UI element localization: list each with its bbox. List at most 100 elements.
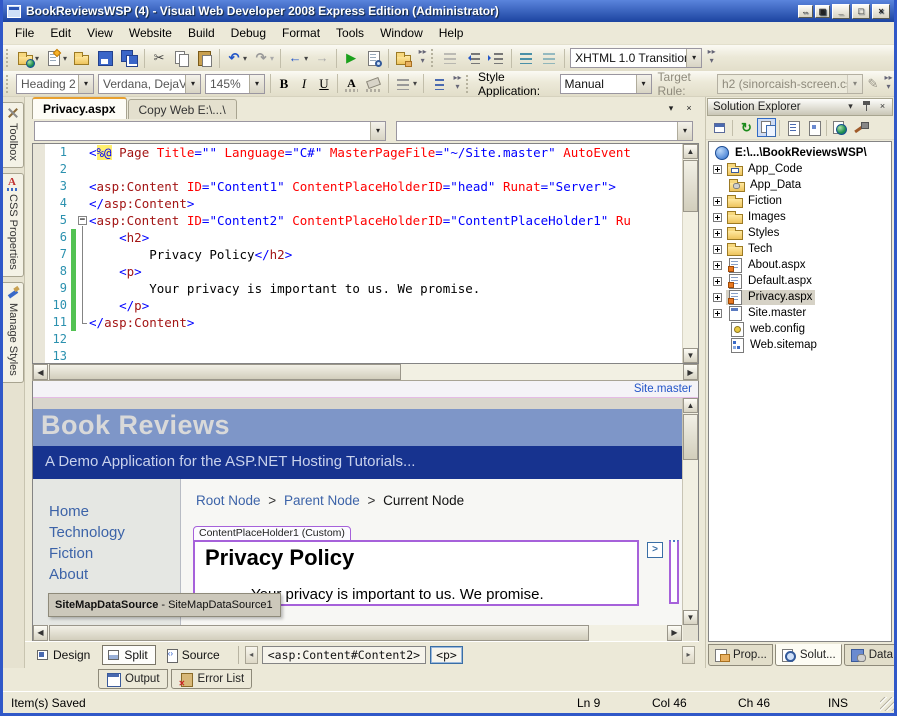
document-tab-copy-web-e[interactable]: Copy Web E:\...\ [128, 99, 237, 119]
titlebar-extra-button-1[interactable]: ↔ [798, 5, 813, 18]
breadcrumb-link-root-node[interactable]: Root Node [196, 493, 261, 508]
expand-icon[interactable] [713, 309, 722, 318]
view-mode-design[interactable]: Design [31, 645, 98, 665]
code-lines[interactable]: 1<%@ Page Title="" Language="C#" MasterP… [33, 144, 682, 364]
open-file-button[interactable] [70, 47, 93, 69]
refresh-icon[interactable] [736, 118, 755, 137]
tree-item-fiction[interactable]: Fiction [709, 193, 891, 209]
nav-link-fiction[interactable]: Fiction [49, 543, 180, 564]
code-line-2[interactable]: 2 [33, 161, 682, 178]
redo-button[interactable]: ↷▾ [250, 47, 277, 69]
expand-icon[interactable] [713, 293, 722, 302]
expand-icon[interactable] [713, 229, 722, 238]
menu-debug[interactable]: Debug [223, 23, 274, 43]
bold-button[interactable]: B [274, 73, 294, 95]
alignment-button[interactable]: ▾ [392, 73, 420, 95]
master-page-label[interactable]: Site.master [33, 381, 698, 398]
expand-icon[interactable] [713, 197, 722, 206]
add-new-website-button[interactable]: ▾ [14, 47, 42, 69]
format-document-button[interactable] [439, 47, 462, 69]
copy-button[interactable] [170, 47, 193, 69]
design-surface[interactable]: Book Reviews A Demo Application for the … [33, 398, 698, 625]
outline-margin[interactable]: − [76, 212, 89, 229]
view-code-icon[interactable] [783, 118, 802, 137]
menu-tools[interactable]: Tools [328, 23, 372, 43]
minimize-button[interactable]: _ [832, 4, 850, 19]
panel-tab-prop[interactable]: Prop... [708, 644, 773, 666]
foreground-color-button[interactable]: A [341, 73, 362, 95]
toolbar-overflow-button[interactable]: ▸▸▾ [706, 47, 717, 69]
nav-link-about[interactable]: About [49, 564, 180, 585]
solution-root-row[interactable]: E:\...\BookReviewsWSP\ [709, 145, 891, 161]
bottom-tab-error-list[interactable]: Error List [171, 669, 253, 689]
breadcrumb-link-parent-node[interactable]: Parent Node [284, 493, 360, 508]
solution-explorer-title-bar[interactable]: Solution Explorer ▾ × [707, 98, 893, 116]
comment-selection-button[interactable] [515, 47, 538, 69]
list-button[interactable] [427, 73, 450, 95]
expand-icon[interactable] [713, 213, 722, 222]
scroll-right-icon[interactable]: ▶ [683, 364, 698, 380]
navigate-backward-button[interactable]: ←▾ [284, 47, 311, 69]
editor-object-dropdown[interactable]: ▾ [34, 121, 386, 141]
tree-item-site-master[interactable]: Site.master [709, 305, 891, 321]
code-line-4[interactable]: 4</asp:Content> [33, 195, 682, 212]
highlight-button[interactable] [362, 73, 385, 95]
properties-icon[interactable] [710, 118, 729, 137]
window-position-menu-icon[interactable]: ▾ [843, 100, 858, 114]
code-line-13[interactable]: 13 [33, 348, 682, 364]
tree-item-default-aspx[interactable]: Default.aspx [709, 273, 891, 289]
combo-arrow-icon[interactable]: ▾ [686, 49, 701, 67]
menu-file[interactable]: File [7, 23, 42, 43]
close-document-button[interactable]: × [681, 101, 697, 116]
tree-item-tech[interactable]: Tech [709, 241, 891, 257]
undo-button[interactable]: ↶▾ [223, 47, 250, 69]
menu-view[interactable]: View [79, 23, 121, 43]
code-line-6[interactable]: 6 <h2> [33, 229, 682, 246]
start-debugging-button[interactable]: ▶ [340, 47, 362, 69]
combo-arrow-icon[interactable]: ▾ [677, 122, 692, 140]
tree-item-styles[interactable]: Styles [709, 225, 891, 241]
nav-link-technology[interactable]: Technology [49, 522, 180, 543]
code-line-3[interactable]: 3<asp:Content ID="Content1" ContentPlace… [33, 178, 682, 195]
menu-format[interactable]: Format [274, 23, 328, 43]
auto-hide-pin-icon[interactable] [859, 100, 874, 114]
scrollbar-thumb[interactable] [49, 364, 401, 380]
scrollbar-thumb[interactable] [683, 414, 698, 460]
resize-grip[interactable] [880, 697, 894, 711]
tag-navigator-item[interactable]: <p> [430, 646, 463, 664]
font-size-combo[interactable]: 145% ▾ [205, 74, 265, 94]
view-mode-source[interactable]: Source [160, 645, 228, 665]
code-line-9[interactable]: 9 Your privacy is important to us. We pr… [33, 280, 682, 297]
combo-arrow-icon[interactable]: ▾ [185, 75, 200, 93]
smart-tag-button[interactable]: > [647, 542, 663, 558]
scroll-left-icon[interactable]: ◀ [33, 364, 48, 380]
scrollbar-thumb[interactable] [49, 625, 589, 641]
tag-navigator-right-icon[interactable]: ▸ [682, 646, 695, 664]
decrease-indent-button[interactable] [462, 47, 485, 69]
toolbar-overflow-button[interactable]: ▸▸▾ [883, 73, 894, 95]
panel-tab-solut[interactable]: Solut... [775, 644, 842, 666]
uncomment-selection-button[interactable] [538, 47, 561, 69]
paste-button[interactable] [193, 47, 216, 69]
view-designer-icon[interactable] [804, 118, 823, 137]
code-line-8[interactable]: 8 <p> [33, 263, 682, 280]
expand-icon[interactable] [713, 245, 722, 254]
menu-edit[interactable]: Edit [42, 23, 79, 43]
increase-indent-button[interactable] [485, 47, 508, 69]
toolbar-grip[interactable] [6, 49, 11, 67]
toolbar-grip[interactable] [466, 75, 471, 93]
tree-item-app-data[interactable]: App_Data [709, 177, 891, 193]
close-panel-icon[interactable]: × [875, 100, 890, 114]
contentplaceholder-label[interactable]: ContentPlaceHolder1 (Custom) [193, 526, 351, 541]
menu-window[interactable]: Window [372, 23, 431, 43]
solution-tree[interactable]: E:\...\BookReviewsWSP\App_CodeApp_DataFi… [708, 141, 892, 642]
title-bar[interactable]: BookReviewsWSP (4) - Visual Web Develope… [3, 0, 894, 22]
scroll-up-icon[interactable]: ▲ [683, 144, 698, 159]
navigate-forward-button[interactable]: → [311, 47, 333, 69]
combo-arrow-icon[interactable]: ▾ [370, 122, 385, 140]
menu-website[interactable]: Website [121, 23, 180, 43]
maximize-button[interactable]: □ [852, 4, 870, 19]
solution-explorer-toolbar-button[interactable] [362, 47, 385, 69]
menu-build[interactable]: Build [180, 23, 223, 43]
nav-link-home[interactable]: Home [49, 501, 180, 522]
